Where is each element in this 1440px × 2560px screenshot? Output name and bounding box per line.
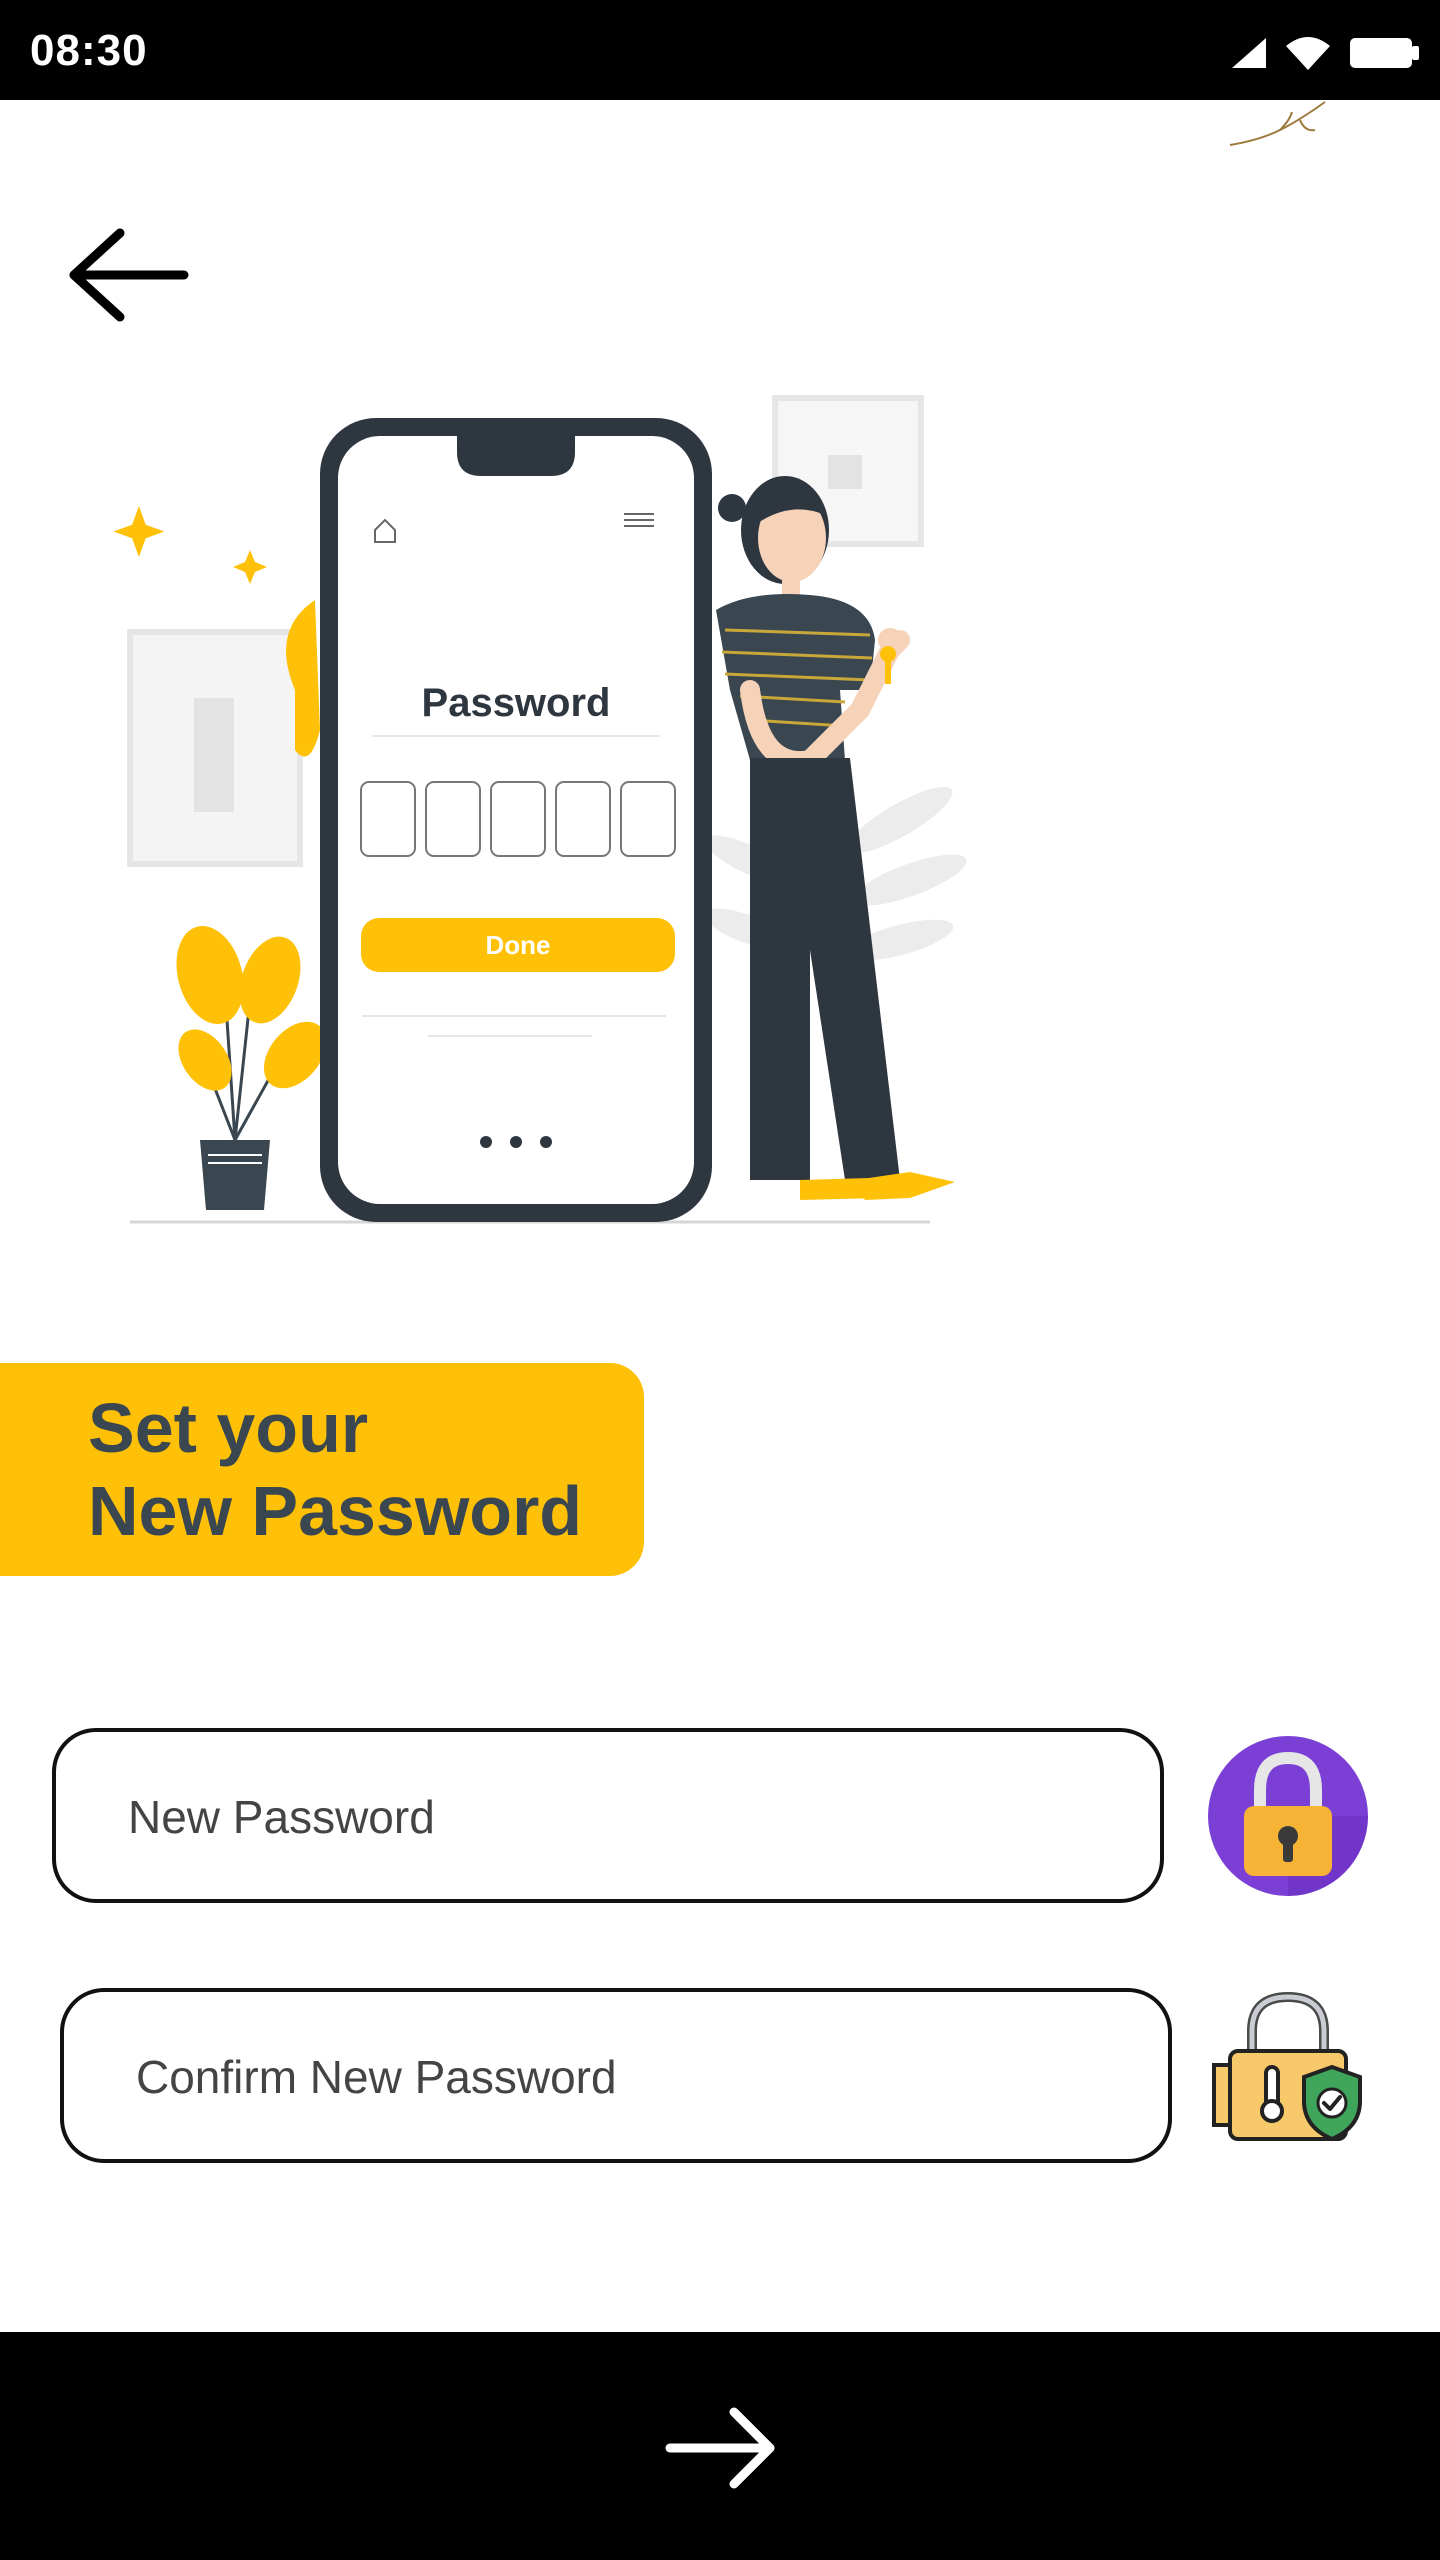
phone-mockup: Password Done bbox=[320, 418, 712, 1222]
sparkle-icon bbox=[233, 550, 267, 584]
status-bar: 08:30 bbox=[0, 0, 1440, 100]
picture-frame-left bbox=[127, 629, 303, 867]
plant-pot bbox=[176, 925, 327, 1210]
sparkle-icon bbox=[113, 506, 165, 557]
confirm-password-input[interactable] bbox=[134, 1992, 1142, 2161]
arrow-left-icon bbox=[69, 228, 189, 322]
code-boxes bbox=[360, 781, 676, 857]
page-title-line1: Set your bbox=[88, 1389, 369, 1467]
next-button[interactable] bbox=[650, 2398, 790, 2498]
battery-icon bbox=[1350, 38, 1419, 68]
confirm-password-field[interactable] bbox=[60, 1988, 1172, 2163]
password-illustration: Password Done bbox=[113, 395, 967, 1224]
woman-figure bbox=[716, 476, 955, 1200]
status-icons bbox=[1232, 36, 1420, 70]
phone-password-title: Password bbox=[422, 681, 611, 725]
title-card: Set your New Password bbox=[0, 1363, 644, 1576]
status-time: 08:30 bbox=[30, 26, 148, 75]
page-title-line2: New Password bbox=[88, 1472, 583, 1550]
new-password-field[interactable] bbox=[52, 1728, 1164, 1903]
new-password-input[interactable] bbox=[126, 1732, 1134, 1901]
bottom-bar bbox=[0, 2332, 1440, 2560]
back-button[interactable] bbox=[60, 215, 200, 335]
lock-icon bbox=[1208, 1736, 1368, 1896]
wifi-icon bbox=[1286, 37, 1330, 70]
arrow-right-icon bbox=[665, 2407, 775, 2489]
shield-lock-icon bbox=[1212, 1991, 1362, 2142]
phone-done-label: Done bbox=[486, 930, 551, 960]
leaf-doodle-icon bbox=[1229, 101, 1326, 146]
signal-icon bbox=[1232, 38, 1266, 68]
